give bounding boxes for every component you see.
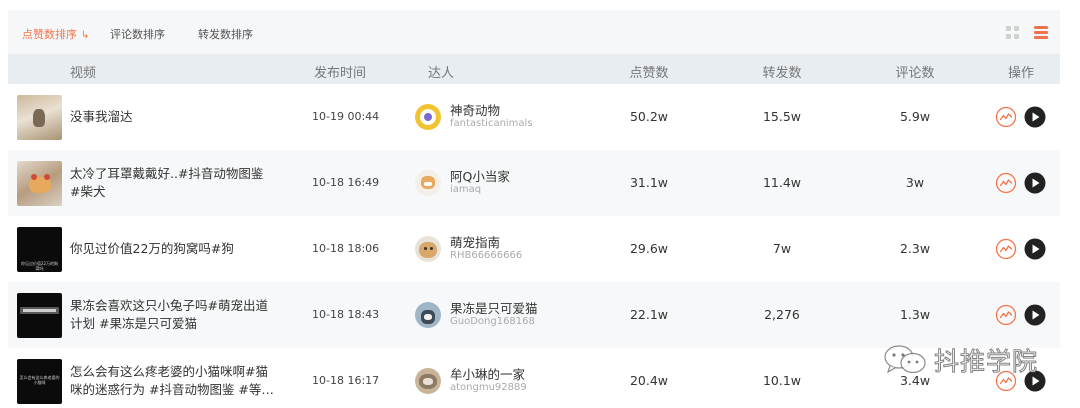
play-icon[interactable] [1024,106,1046,128]
wechat-icon [884,345,926,374]
avatar[interactable] [415,170,441,196]
video-title[interactable]: 怎么会有这么疼老婆的小猫咪啊#猫咪的迷惑行为 #抖音动物图鉴 #等… [70,363,275,399]
grid-view-icon[interactable] [1006,26,1019,39]
shares-count: 15.5w [762,109,802,124]
comments-count: 2.3w [899,241,931,256]
sort-by-likes-tab[interactable]: 点赞数排序 ↳ [22,26,89,42]
publish-time: 10-18 18:43 [312,308,380,321]
influencer-id: GuoDong168168 [450,316,535,327]
sort-tab-label: 评论数排序 [110,28,165,41]
influencer-name[interactable]: 阿Q小当家 [450,166,510,185]
col-shares[interactable]: 转发数 [762,62,801,81]
influencer-name[interactable]: 神奇动物 [450,100,500,119]
shares-count: 2,276 [764,307,800,322]
play-icon[interactable] [1024,238,1046,260]
table-header: 视频 发布时间 达人 点赞数 转发数 评论数 操作 [8,54,1060,84]
likes-count: 50.2w [629,109,669,124]
shares-count: 11.4w [762,175,802,190]
sort-by-shares-tab[interactable]: 转发数排序 [198,26,253,42]
table-row: 果冻会喜欢这只小兔子吗#萌宠出道计划 #果冻是只可爱猫 10-18 18:43 … [8,282,1060,348]
video-title[interactable]: 太冷了耳罩戴戴好..#抖音动物图鉴 #柴犬 [70,165,275,201]
sort-tab-label: 转发数排序 [198,28,253,41]
comments-count: 5.9w [899,109,931,124]
video-thumbnail[interactable] [17,95,62,140]
influencer-name[interactable]: 萌宠指南 [450,232,500,251]
avatar[interactable] [415,368,441,394]
watermark-text: 抖推学院 [933,347,1039,377]
publish-time: 10-18 16:17 [312,374,380,387]
shares-count: 10.1w [762,373,802,388]
sort-by-comments-tab[interactable]: 评论数排序 [110,26,165,42]
col-likes[interactable]: 点赞数 [629,62,668,81]
video-title[interactable]: 没事我溜达 [70,108,275,126]
sort-tab-label: 点赞数排序 [22,28,77,41]
col-actions: 操作 [1007,66,1035,81]
list-view-icon[interactable] [1034,26,1048,39]
col-video: 视频 [70,66,97,81]
publish-time: 10-19 00:44 [312,110,380,123]
trend-chart-icon[interactable] [995,106,1017,128]
avatar[interactable] [415,236,441,262]
likes-count: 29.6w [629,241,669,256]
avatar[interactable] [415,104,441,130]
table-row: 没事我溜达 10-19 00:44 神奇动物 fantasticanimals … [8,84,1060,150]
influencer-name[interactable]: 牟小琳的一家 [450,364,525,383]
influencer-id: iamaq [450,184,482,195]
sort-toolbar: 点赞数排序 ↳ 评论数排序 转发数排序 [8,10,1060,54]
thumbnail-caption: 你见过价值22万的狗窝吗 [20,261,59,271]
publish-time: 10-18 16:49 [312,176,380,189]
video-thumbnail[interactable] [17,161,62,206]
comments-count: 1.3w [899,307,931,322]
table-row: 太冷了耳罩戴戴好..#抖音动物图鉴 #柴犬 10-18 16:49 阿Q小当家 … [8,150,1060,216]
likes-count: 31.1w [629,175,669,190]
col-comments[interactable]: 评论数 [895,62,934,81]
influencer-id: atongmu92889 [450,382,527,393]
trend-chart-icon[interactable] [995,172,1017,194]
col-influencer: 达人 [428,66,455,81]
trend-chart-icon[interactable] [995,238,1017,260]
col-publish-time: 发布时间 [313,66,367,81]
play-icon[interactable] [1024,304,1046,326]
publish-time: 10-18 18:06 [312,242,380,255]
likes-count: 20.4w [629,373,669,388]
influencer-id: fantasticanimals [450,118,533,129]
influencer-name[interactable]: 果冻是只可爱猫 [450,298,538,317]
video-title[interactable]: 你见过价值22万的狗窝吗#狗 [70,240,275,258]
watermark: 抖推学院 [876,340,1076,380]
trend-chart-icon[interactable] [995,304,1017,326]
likes-count: 22.1w [629,307,669,322]
sort-down-arrow-icon: ↳ [81,30,90,41]
influencer-id: RHB66666666 [450,250,523,261]
thumbnail-caption: 怎么会有这么疼老婆的小猫咪 [19,375,60,385]
video-title[interactable]: 果冻会喜欢这只小兔子吗#萌宠出道计划 #果冻是只可爱猫 [70,297,275,333]
comments-count: 3w [905,175,925,190]
video-thumbnail[interactable]: 怎么会有这么疼老婆的小猫咪 [17,359,62,404]
table-row: 你见过价值22万的狗窝吗 你见过价值22万的狗窝吗#狗 10-18 18:06 … [8,216,1060,282]
video-thumbnail[interactable] [17,293,62,338]
video-thumbnail[interactable]: 你见过价值22万的狗窝吗 [17,227,62,272]
play-icon[interactable] [1024,172,1046,194]
avatar[interactable] [415,302,441,328]
shares-count: 7w [772,241,792,256]
